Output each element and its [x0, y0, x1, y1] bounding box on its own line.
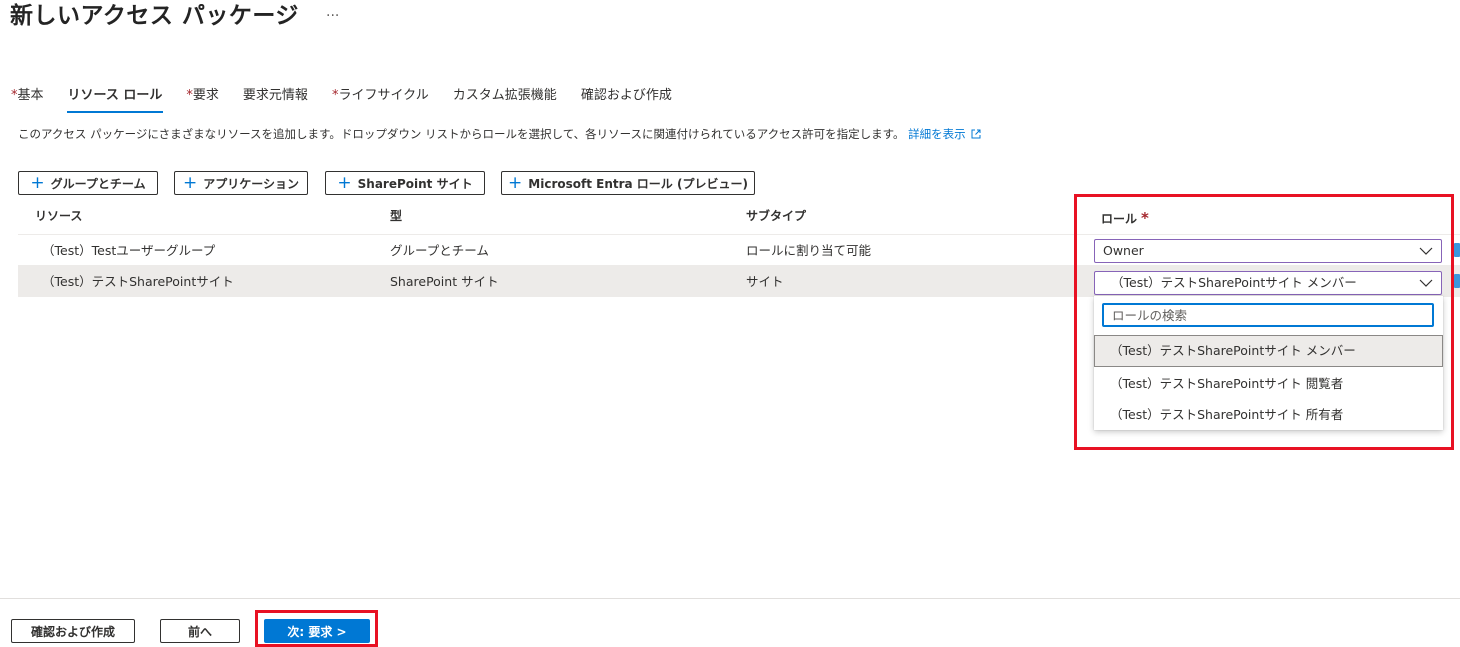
column-header-type: 型 [390, 209, 403, 223]
highlight-box-next [255, 610, 378, 647]
add-groups-button[interactable]: + グループとチーム [18, 171, 158, 195]
delete-icon[interactable] [1454, 274, 1460, 288]
tab-label: 要求 [192, 88, 219, 103]
column-header-subtype: サブタイプ [746, 209, 807, 223]
footer-divider [0, 598, 1460, 599]
tab-label: 確認および作成 [580, 88, 672, 103]
tab-requestor-info[interactable]: 要求元情報 [242, 86, 309, 113]
wizard-tabs: *基本 リソース ロール *要求 要求元情報 *ライフサイクル カスタム拡張機能… [10, 86, 695, 116]
cell-type: SharePoint サイト [390, 274, 499, 289]
previous-button[interactable]: 前へ [160, 619, 240, 643]
tab-label: カスタム拡張機能 [452, 88, 557, 103]
delete-icon[interactable] [1454, 243, 1460, 257]
tab-resource-roles[interactable]: リソース ロール [66, 86, 164, 113]
cell-resource: （Test）Testユーザーグループ [42, 243, 216, 258]
page-title: 新しいアクセス パッケージ [10, 3, 299, 29]
tab-label: リソース ロール [67, 88, 163, 103]
plus-icon: + [337, 172, 352, 193]
button-label: SharePoint サイト [357, 176, 473, 191]
external-link-icon [971, 129, 981, 139]
tab-requests[interactable]: *要求 [185, 86, 220, 113]
review-create-button[interactable]: 確認および作成 [11, 619, 135, 643]
description-text: このアクセス パッケージにさまざまなリソースを追加します。ドロップダウン リスト… [18, 127, 905, 141]
cell-subtype: ロールに割り当て可能 [746, 243, 872, 258]
tab-basics[interactable]: *基本 [10, 86, 45, 113]
plus-icon: + [508, 172, 523, 193]
learn-more-link[interactable]: 詳細を表示 [908, 127, 981, 141]
add-sharepoint-button[interactable]: + SharePoint サイト [325, 171, 485, 195]
add-applications-button[interactable]: + アプリケーション [174, 171, 308, 195]
page-description: このアクセス パッケージにさまざまなリソースを追加します。ドロップダウン リスト… [18, 125, 981, 143]
more-options-icon[interactable]: ··· [326, 4, 339, 28]
tab-label: 基本 [17, 88, 44, 103]
button-label: グループとチーム [50, 176, 146, 191]
cell-type: グループとチーム [390, 243, 489, 258]
tab-lifecycle[interactable]: *ライフサイクル [331, 86, 430, 113]
add-entra-role-button[interactable]: + Microsoft Entra ロール (プレビュー) [501, 171, 755, 195]
button-label: Microsoft Entra ロール (プレビュー) [528, 176, 748, 191]
learn-more-label: 詳細を表示 [908, 127, 966, 141]
cell-resource: （Test）テストSharePointサイト [42, 274, 234, 289]
cell-subtype: サイト [746, 274, 784, 289]
tab-label: 要求元情報 [242, 88, 308, 103]
button-label: アプリケーション [203, 176, 299, 191]
column-header-resource: リソース [35, 209, 83, 223]
tab-label: ライフサイクル [338, 88, 429, 103]
plus-icon: + [30, 172, 45, 193]
tab-custom-extensions[interactable]: カスタム拡張機能 [452, 86, 558, 113]
tab-review-create[interactable]: 確認および作成 [580, 86, 673, 113]
highlight-box-role [1074, 194, 1454, 450]
plus-icon: + [182, 172, 198, 193]
